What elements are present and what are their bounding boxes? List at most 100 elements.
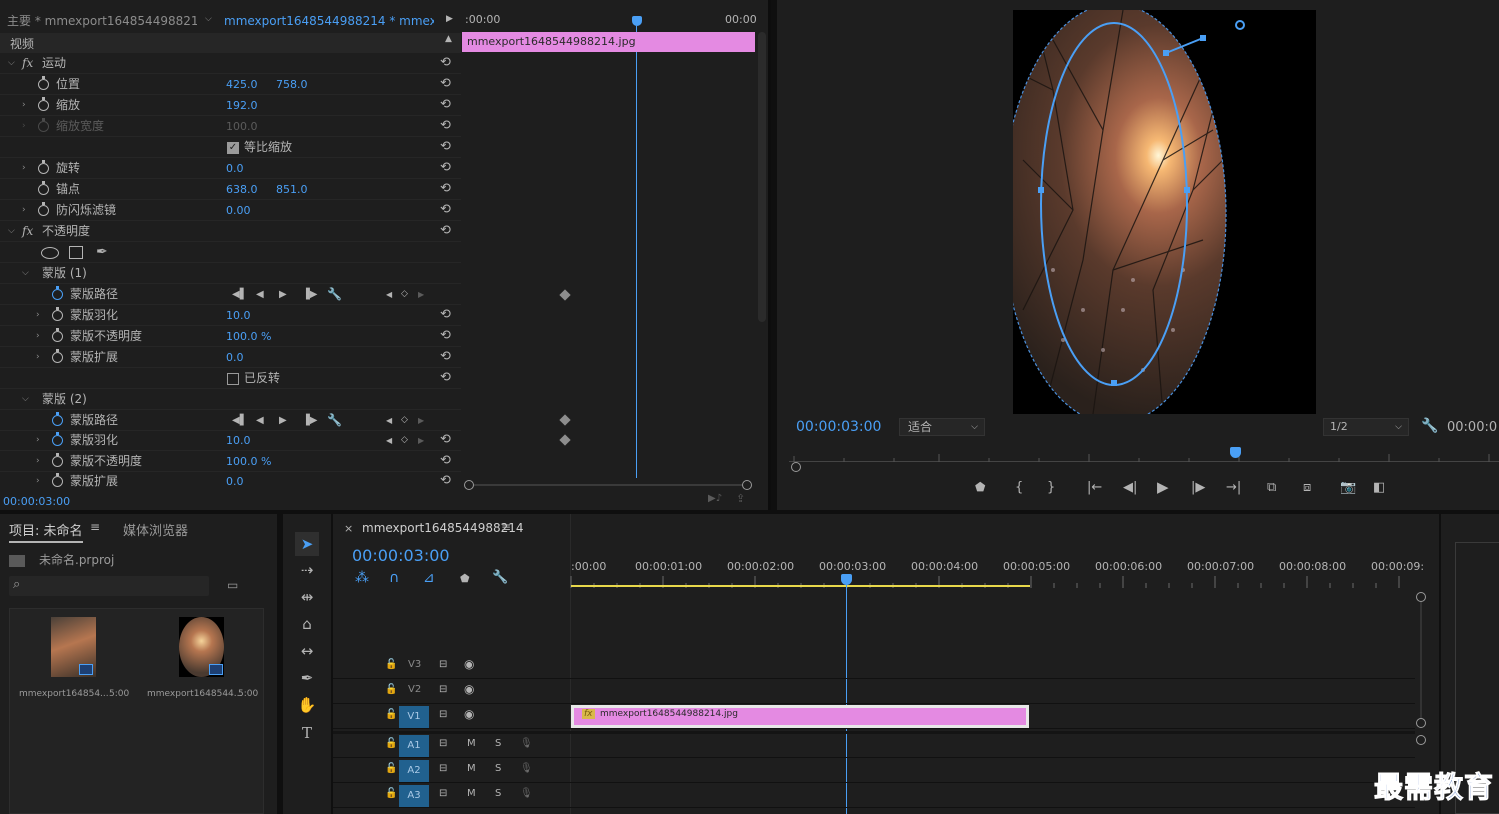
sync-lock-icon[interactable]: ⊟ [439,738,447,749]
inverted-checkbox[interactable] [227,373,239,385]
keyframe-marker[interactable] [559,434,571,446]
stopwatch-icon[interactable] [52,412,63,426]
stopwatch-icon[interactable] [52,286,63,300]
add-keyframe-icon[interactable]: ◇ [401,430,408,451]
mask2-feather-value[interactable]: 10.0 [226,430,251,451]
step-forward-icon[interactable]: ▶ [279,284,287,305]
keyframe-marker[interactable] [559,289,571,301]
mask1-row[interactable]: ⌵ 蒙版 (1) [0,263,461,284]
sync-lock-icon[interactable]: ⊟ [439,709,447,720]
selection-tool-icon[interactable]: ➤ [295,532,319,556]
scale-value[interactable]: 192.0 [226,95,258,116]
eye-icon[interactable]: ◉ [464,707,474,721]
position-x[interactable]: 425.0 [226,74,258,95]
add-keyframe-icon[interactable]: ◇ [401,410,408,431]
chevron-right-icon[interactable]: › [36,326,40,347]
solo-button[interactable]: S [495,738,501,749]
fx-icon[interactable]: fx [22,53,33,74]
marker-icon[interactable]: ⬟ [975,480,985,494]
track-label-a3[interactable]: A3 [399,785,429,807]
hand-tool-icon[interactable]: ✋ [295,693,319,717]
ec-current-time[interactable]: 00:00:03:00 [3,495,70,508]
reset-icon[interactable]: ⟲ [440,56,453,69]
pen-mask-icon[interactable]: ✒ [96,242,108,263]
opacity-row[interactable]: ⌵ fx 不透明度 ⟲ [0,221,461,242]
reset-icon[interactable]: ⟲ [440,98,453,111]
stopwatch-icon[interactable] [38,202,49,216]
reset-icon[interactable]: ⟲ [440,77,453,90]
item-name[interactable]: mmexport164854... [19,689,109,699]
zoom-handle-left[interactable] [464,480,474,490]
export-icon[interactable]: ⇪ [736,492,745,505]
eye-icon[interactable]: ◉ [464,657,474,671]
track-backward-icon[interactable]: ◀▌ [232,410,247,431]
reset-icon[interactable]: ⟲ [440,224,453,237]
type-tool-icon[interactable]: T [295,721,319,745]
panel-menu-icon[interactable]: ≡ [501,520,511,534]
program-timecode[interactable]: 00:00:03:00 [796,419,881,435]
ellipse-mask-icon[interactable] [41,247,59,259]
ec-zoom-bar[interactable] [464,480,752,490]
snap-icon[interactable]: ∩ [389,570,399,586]
chevron-right-icon[interactable]: › [36,347,40,368]
track-select-tool-icon[interactable]: ⇢ [295,558,319,582]
mark-out-icon[interactable]: } [1047,480,1055,495]
step-backward-icon[interactable]: ◀ [256,284,264,305]
step-back-icon[interactable]: ◀| [1123,480,1137,495]
mark-in-icon[interactable]: { [1015,480,1023,495]
eye-icon[interactable]: ◉ [464,682,474,696]
sequence-clip-tab[interactable]: mmexport1648544988214 * mmexport1... [224,10,434,32]
program-ruler[interactable] [789,448,1499,462]
flicker-value[interactable]: 0.00 [226,200,251,221]
chevron-right-icon[interactable]: › [22,158,26,179]
mute-button[interactable]: M [467,738,476,749]
chevron-right-icon[interactable]: › [36,430,40,451]
lock-icon[interactable]: 🔓 [385,684,397,695]
next-keyframe-icon[interactable]: ▶ [418,410,424,431]
sequence-tab[interactable]: mmexport1648544988214 [362,521,524,535]
stopwatch-icon[interactable] [52,307,63,321]
stopwatch-icon[interactable] [52,328,63,342]
reset-icon[interactable]: ⟲ [440,371,453,384]
reset-icon[interactable]: ⟲ [440,119,453,132]
solo-button[interactable]: S [495,763,501,774]
lock-icon[interactable]: 🔓 [385,709,397,720]
reset-icon[interactable]: ⟲ [440,350,453,363]
motion-row[interactable]: ⌵ fx 运动 ⟲ [0,53,461,74]
pen-tool-icon[interactable]: ✒ [295,666,319,690]
playhead-handle[interactable] [632,16,642,26]
reset-icon[interactable]: ⟲ [440,161,453,174]
track-forward-icon[interactable]: ▐▶ [302,284,317,305]
wrench-icon[interactable]: 🔧 [327,284,342,305]
play-only-icon[interactable]: ▶ [446,14,453,24]
video-scrollbar[interactable] [1420,602,1422,718]
stopwatch-icon[interactable] [38,181,49,195]
chevron-right-icon[interactable]: › [36,305,40,326]
sync-lock-icon[interactable]: ⊟ [439,659,447,670]
extract-icon[interactable]: ⧈ [1303,480,1311,495]
resolution-select[interactable]: 1/2 ⌵ [1323,418,1409,436]
mask1-expansion-value[interactable]: 0.0 [226,347,244,368]
position-y[interactable]: 758.0 [276,74,308,95]
mask-handle-icon[interactable] [1233,18,1247,32]
marker-icon[interactable]: ⬟ [460,572,470,585]
solo-button[interactable]: S [495,788,501,799]
anchor-y[interactable]: 851.0 [276,179,308,200]
fx-icon[interactable]: fx [22,221,33,242]
sync-lock-icon[interactable]: ⊟ [439,788,447,799]
mask2-opacity-value[interactable]: 100.0 % [226,451,271,472]
mute-button[interactable]: M [467,788,476,799]
work-area-bar[interactable] [571,585,1030,587]
scroll-handle-bottom[interactable] [1416,718,1426,728]
go-to-in-icon[interactable]: |← [1087,480,1102,495]
scroll-handle-top[interactable] [1416,592,1426,602]
wrench-icon[interactable]: 🔧 [327,410,342,431]
sync-lock-icon[interactable]: ⊟ [439,684,447,695]
stopwatch-icon[interactable] [38,160,49,174]
timeline-clip[interactable]: fx mmexport1648544988214.jpg [571,705,1029,728]
go-to-out-icon[interactable]: →| [1226,480,1241,495]
step-backward-icon[interactable]: ◀ [256,410,264,431]
rotation-value[interactable]: 0.0 [226,158,244,179]
reset-icon[interactable]: ⟲ [440,433,453,446]
chevron-right-icon[interactable]: › [22,200,26,221]
